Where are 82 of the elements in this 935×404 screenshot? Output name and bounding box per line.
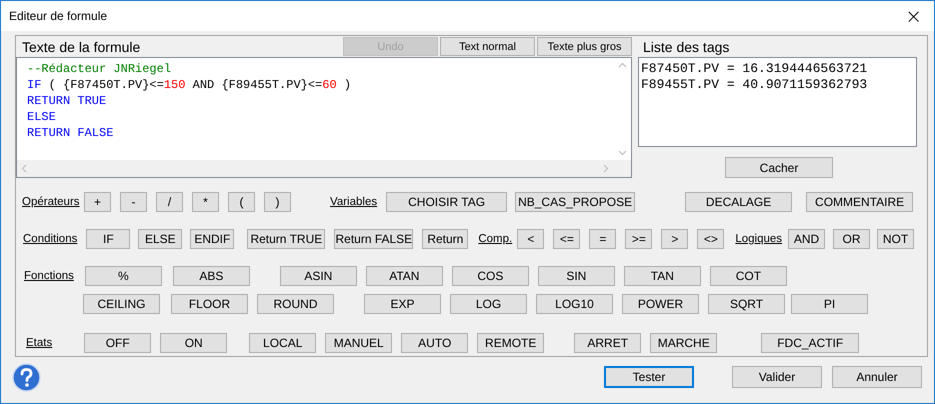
dialog-button[interactable]: Tester bbox=[604, 366, 694, 388]
insert-button[interactable]: FLOOR bbox=[171, 294, 248, 314]
close-button[interactable]: × bbox=[901, 6, 926, 26]
insert-button[interactable]: ( bbox=[228, 192, 255, 212]
code-line: RETURN FALSE bbox=[27, 125, 114, 141]
insert-button[interactable]: <> bbox=[697, 229, 724, 249]
window-title: Editeur de formule bbox=[9, 9, 108, 23]
insert-button[interactable]: ) bbox=[264, 192, 291, 212]
insert-button[interactable]: ASIN bbox=[280, 266, 357, 286]
insert-button[interactable]: PI bbox=[791, 294, 868, 314]
insert-button[interactable]: ELSE bbox=[138, 229, 182, 249]
insert-button[interactable]: >= bbox=[625, 229, 652, 249]
section-label: Variables bbox=[330, 196, 378, 208]
insert-button[interactable]: IF bbox=[86, 229, 130, 249]
code-line: ELSE bbox=[27, 109, 57, 125]
insert-button[interactable]: MARCHE bbox=[650, 333, 718, 353]
section-label: Logiques bbox=[735, 233, 782, 245]
insert-button[interactable]: EXP bbox=[364, 294, 441, 314]
toolbar-button[interactable]: Texte plus gros bbox=[537, 37, 632, 56]
insert-button[interactable]: COT bbox=[710, 266, 787, 286]
insert-button[interactable]: OFF bbox=[84, 333, 152, 353]
dialog-button[interactable]: Valider bbox=[732, 366, 822, 388]
section-label: Etats bbox=[26, 337, 52, 349]
insert-button[interactable]: COS bbox=[452, 266, 529, 286]
insert-button[interactable]: NOT bbox=[877, 229, 914, 249]
insert-button[interactable]: AND bbox=[788, 229, 826, 249]
insert-button[interactable]: % bbox=[84, 266, 162, 286]
insert-button[interactable]: DECALAGE bbox=[685, 192, 792, 212]
dialog-button[interactable]: Annuler bbox=[832, 366, 922, 388]
insert-button[interactable]: / bbox=[156, 192, 183, 212]
insert-button[interactable]: Return FALSE bbox=[334, 229, 414, 249]
insert-button[interactable]: CHOISIR TAG bbox=[386, 192, 508, 212]
formula-editor[interactable]: --Rédacteur JNRiegel IF ( {F87450T.PV}<=150 AND {F89455T.PV}<=60 ) RETURN TRUE ELSE RETURN FALSE bbox=[16, 57, 632, 178]
insert-button[interactable]: - bbox=[120, 192, 147, 212]
insert-button[interactable]: <= bbox=[553, 229, 580, 249]
insert-button[interactable]: ABS bbox=[172, 266, 250, 286]
section-title: Texte de la formule bbox=[21, 38, 142, 54]
insert-button[interactable]: MANUEL bbox=[325, 333, 392, 353]
tag-value: F89455T.PV = 40.9071159362793 bbox=[641, 77, 868, 93]
insert-button[interactable]: + bbox=[84, 192, 111, 212]
section-label: Conditions bbox=[23, 233, 78, 245]
insert-button[interactable]: ROUND bbox=[257, 294, 334, 314]
code-line: IF ( {F87450T.PV}<=150 AND {F89455T.PV}<=60 ) bbox=[27, 77, 352, 93]
insert-button[interactable]: = bbox=[589, 229, 616, 249]
insert-button[interactable]: LOG bbox=[450, 294, 527, 314]
insert-button[interactable]: REMOTE bbox=[477, 333, 544, 353]
insert-button[interactable]: AUTO bbox=[401, 333, 468, 353]
section-label: Comp. bbox=[478, 233, 512, 245]
insert-button[interactable]: POWER bbox=[622, 294, 699, 314]
scroll-up-icon[interactable] bbox=[618, 62, 627, 68]
insert-button[interactable]: ATAN bbox=[366, 266, 443, 286]
insert-button[interactable]: < bbox=[517, 229, 544, 249]
insert-button[interactable]: FDC_ACTIF bbox=[761, 333, 860, 353]
insert-button[interactable]: * bbox=[192, 192, 219, 212]
insert-button[interactable]: NB_CAS_PROPOSE bbox=[515, 192, 636, 212]
tag-value: F87450T.PV = 16.3194446563721 bbox=[641, 61, 868, 77]
insert-button[interactable]: LOCAL bbox=[249, 333, 316, 353]
scroll-down-icon[interactable] bbox=[618, 150, 627, 156]
insert-button[interactable]: LOG10 bbox=[536, 294, 613, 314]
insert-button[interactable]: COMMENTAIRE bbox=[806, 192, 914, 212]
insert-button[interactable]: SIN bbox=[538, 266, 615, 286]
help-icon[interactable] bbox=[12, 362, 41, 392]
insert-button[interactable]: ON bbox=[160, 333, 228, 353]
hide-button[interactable]: Cacher bbox=[725, 157, 833, 178]
insert-button[interactable]: Return TRUE bbox=[247, 229, 326, 249]
section-label: Fonctions bbox=[24, 270, 74, 282]
insert-button[interactable]: ARRET bbox=[574, 333, 642, 353]
code-line: RETURN TRUE bbox=[27, 93, 108, 109]
code-line: --Rédacteur JNRiegel bbox=[27, 61, 172, 77]
insert-button[interactable]: SQRT bbox=[708, 294, 785, 314]
insert-button[interactable]: OR bbox=[833, 229, 870, 249]
scroll-left-icon[interactable] bbox=[21, 164, 27, 173]
section-label: Opérateurs bbox=[22, 196, 81, 208]
insert-button[interactable]: > bbox=[661, 229, 688, 249]
toolbar-button[interactable]: Text normal bbox=[440, 37, 535, 56]
tag-list[interactable]: F87450T.PV = 16.3194446563721 F89455T.PV = 40.9071159362793 bbox=[638, 57, 917, 147]
insert-button[interactable]: TAN bbox=[624, 266, 701, 286]
section-title: Liste des tags bbox=[642, 38, 730, 57]
scroll-right-icon[interactable] bbox=[603, 164, 609, 173]
insert-button[interactable]: CEILING bbox=[83, 294, 160, 314]
insert-button[interactable]: Return bbox=[422, 229, 468, 249]
insert-button[interactable]: ENDIF bbox=[190, 229, 234, 249]
